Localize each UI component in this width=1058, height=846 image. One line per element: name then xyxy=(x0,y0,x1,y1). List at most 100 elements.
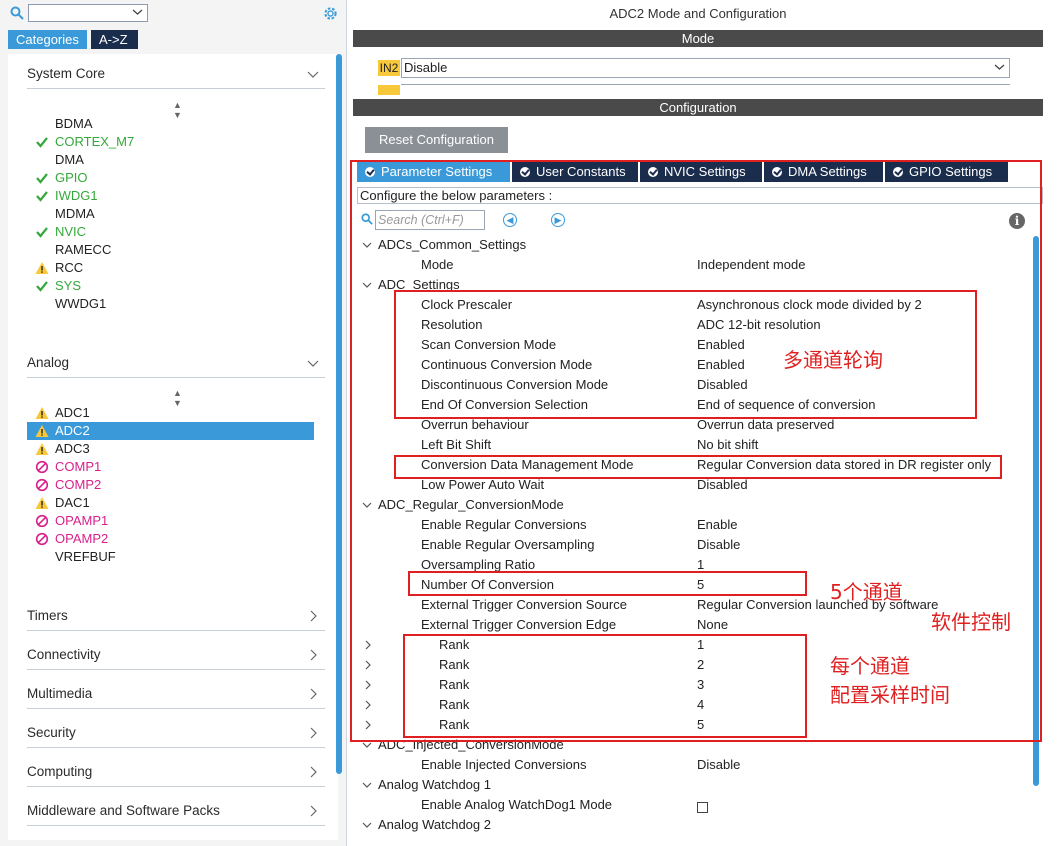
group-label: Analog Watchdog 2 xyxy=(378,817,491,832)
peripheral-item-adc2[interactable]: ADC2 xyxy=(27,422,314,440)
param-name: Enable Analog WatchDog1 Mode xyxy=(421,797,613,812)
peripheral-label: COMP1 xyxy=(55,459,102,474)
param-value[interactable]: Disable xyxy=(697,755,740,775)
section-label: Timers xyxy=(27,608,68,623)
annotation-five-channels: 5个通道 xyxy=(830,580,903,604)
peripheral-label: VREFBUF xyxy=(55,549,116,564)
peripheral-label: ADC2 xyxy=(55,423,90,438)
tab-categories[interactable]: Categories xyxy=(8,30,87,49)
peripheral-item-adc1[interactable]: ADC1 xyxy=(35,404,90,422)
peripheral-item-wwdg1[interactable]: WWDG1 xyxy=(55,295,106,313)
peripheral-label: WWDG1 xyxy=(55,296,107,311)
group-analog-watchdog-1[interactable]: Analog Watchdog 1 xyxy=(362,775,491,795)
categories-panel: Categories A->Z System Core ▲ ▼ BDMA CORTE… xyxy=(0,0,347,846)
param-checkbox[interactable] xyxy=(697,799,708,813)
peripheral-item-opamp1[interactable]: OPAMP1 xyxy=(35,512,109,530)
category-search-combo[interactable] xyxy=(28,4,148,22)
peripheral-label: ADC1 xyxy=(55,405,90,420)
peripheral-label: COMP2 xyxy=(55,477,102,492)
check-icon xyxy=(36,281,48,292)
check-icon xyxy=(36,191,48,202)
highlight-ranks xyxy=(403,634,807,738)
search-icon[interactable] xyxy=(10,6,24,20)
chevron-down-icon xyxy=(132,9,143,15)
sort-icon[interactable]: ▲ ▼ xyxy=(173,388,182,408)
peripheral-item-gpio[interactable]: GPIO xyxy=(36,169,88,187)
check-icon xyxy=(36,173,48,184)
config-panel: ADC2 Mode and Configuration Mode IN2 Dis… xyxy=(350,0,1058,846)
section-label: Multimedia xyxy=(27,686,93,701)
warning-icon xyxy=(35,425,49,437)
group-analog-watchdog-2[interactable]: Analog Watchdog 2 xyxy=(362,815,491,835)
in3-select[interactable] xyxy=(401,84,1010,95)
peripheral-item-rcc[interactable]: RCC xyxy=(35,259,83,277)
in2-label: IN2 xyxy=(378,60,400,76)
section-computing[interactable]: Computing xyxy=(27,764,325,787)
warning-icon xyxy=(35,407,49,419)
section-label: Middleware and Software Packs xyxy=(27,803,220,818)
peripheral-label: GPIO xyxy=(55,170,88,185)
chevron-right-icon xyxy=(310,805,317,817)
peripheral-item-dac1[interactable]: DAC1 xyxy=(35,494,90,512)
peripheral-item-vrefbuf[interactable]: VREFBUF xyxy=(55,548,116,566)
check-icon xyxy=(36,227,48,238)
annotation-software-control: 软件控制 xyxy=(931,610,1011,634)
peripheral-item-bdma[interactable]: BDMA xyxy=(55,115,93,133)
configuration-bar: Configuration xyxy=(353,99,1043,116)
chevron-down-icon xyxy=(362,782,372,788)
mode-bar: Mode xyxy=(353,30,1043,47)
check-icon xyxy=(36,137,48,148)
peripheral-item-comp1[interactable]: COMP1 xyxy=(35,458,102,476)
left-scrollbar[interactable] xyxy=(336,54,342,774)
peripheral-item-nvic[interactable]: NVIC xyxy=(36,223,87,241)
chevron-down-icon xyxy=(307,71,319,78)
peripheral-label: NVIC xyxy=(55,224,87,239)
blocked-icon xyxy=(35,514,49,528)
peripheral-item-dma[interactable]: DMA xyxy=(55,151,84,169)
group-label: Analog Watchdog 1 xyxy=(378,777,491,792)
peripheral-item-adc3[interactable]: ADC3 xyxy=(35,440,90,458)
peripheral-item-comp2[interactable]: COMP2 xyxy=(35,476,102,494)
warning-icon xyxy=(35,262,49,274)
annotation-sample-time: 配置采样时间 xyxy=(830,683,950,707)
param-name: Enable Injected Conversions xyxy=(421,757,587,772)
section-timers[interactable]: Timers xyxy=(27,608,325,631)
section-system-core[interactable]: System Core xyxy=(27,66,325,89)
panel-title: ADC2 Mode and Configuration xyxy=(609,6,787,21)
blocked-icon xyxy=(35,532,49,546)
section-multimedia[interactable]: Multimedia xyxy=(27,686,325,709)
section-middleware[interactable]: Middleware and Software Packs xyxy=(27,803,325,826)
peripheral-label: SYS xyxy=(55,278,82,293)
sort-icon[interactable]: ▲ ▼ xyxy=(173,100,182,120)
peripheral-item-cortex_m7[interactable]: CORTEX_M7 xyxy=(36,133,134,151)
section-analog[interactable]: Analog xyxy=(27,355,325,378)
chevron-down-icon xyxy=(994,64,1005,70)
peripheral-label: MDMA xyxy=(55,206,95,221)
peripheral-item-iwdg1[interactable]: IWDG1 xyxy=(36,187,98,205)
peripheral-item-sys[interactable]: SYS xyxy=(36,277,82,295)
in2-select[interactable]: Disable xyxy=(401,58,1010,78)
highlight-data-management xyxy=(394,455,1002,479)
peripheral-label: DMA xyxy=(55,152,84,167)
warning-icon xyxy=(35,443,49,455)
tab-a-z[interactable]: A->Z xyxy=(91,30,138,49)
highlight-adc-settings xyxy=(394,290,977,419)
section-connectivity[interactable]: Connectivity xyxy=(27,647,325,670)
section-security[interactable]: Security xyxy=(27,725,325,748)
section-label: Analog xyxy=(27,355,70,370)
peripheral-item-opamp2[interactable]: OPAMP2 xyxy=(35,530,109,548)
chevron-down-icon xyxy=(362,822,372,828)
peripheral-label: OPAMP1 xyxy=(55,513,109,528)
peripheral-item-ramecc[interactable]: RAMECC xyxy=(55,241,111,259)
blocked-icon xyxy=(35,478,49,492)
peripheral-label: OPAMP2 xyxy=(55,531,109,546)
peripheral-label: BDMA xyxy=(55,116,93,131)
peripheral-label: RAMECC xyxy=(55,242,112,257)
gear-icon[interactable] xyxy=(322,5,339,22)
annotation-multi-channel: 多通道轮询 xyxy=(783,348,883,372)
peripheral-item-mdma[interactable]: MDMA xyxy=(55,205,95,223)
chevron-right-icon xyxy=(310,610,317,622)
highlight-number-of-conversion xyxy=(408,571,807,596)
reset-configuration-button[interactable]: Reset Configuration xyxy=(365,127,508,153)
warning-icon xyxy=(35,497,49,509)
